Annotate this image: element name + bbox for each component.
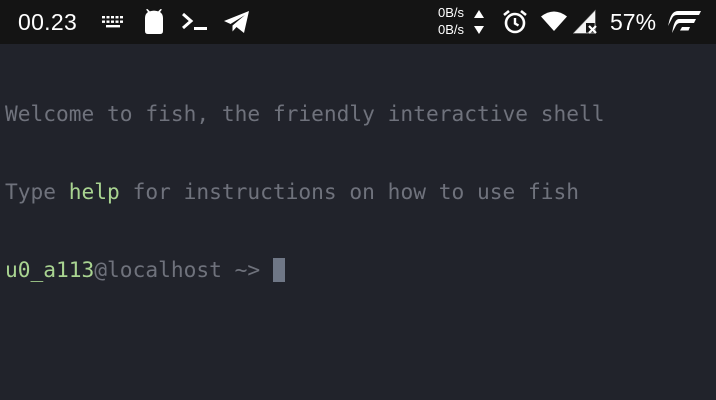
help-line-prefix: Type <box>5 179 69 204</box>
android-icon <box>145 9 163 34</box>
help-command: help <box>68 179 120 204</box>
telegram-icon <box>224 11 249 33</box>
wifi-icon <box>541 11 567 31</box>
help-line: Type help for instructions on how to use… <box>5 179 716 205</box>
status-bar: 00.23 0B/s 0B/s 57% <box>0 0 716 44</box>
phone-screen: 00.23 0B/s 0B/s 57% Welcome to fish, the… <box>0 0 716 400</box>
text-cursor[interactable] <box>272 258 285 282</box>
terminal-icon <box>182 12 207 30</box>
terminal-view[interactable]: Welcome to fish, the friendly interactiv… <box>0 44 716 400</box>
prompt-host: @localhost <box>94 257 235 282</box>
prompt-dir-symbol: ~> <box>234 257 273 282</box>
signal-no-service-icon <box>573 9 597 34</box>
keyboard-icon <box>102 16 123 28</box>
network-speed-arrows-icon <box>474 10 484 34</box>
alarm-icon <box>503 9 527 34</box>
download-speed: 0B/s <box>438 22 465 37</box>
welcome-line: Welcome to fish, the friendly interactiv… <box>5 101 605 126</box>
clock: 00.23 <box>18 9 78 35</box>
network-speed: 0B/s 0B/s <box>438 5 464 39</box>
prompt-user: u0_a113 <box>5 257 95 282</box>
battery-percent: 57% <box>610 9 657 35</box>
brand-logo-icon <box>668 11 701 33</box>
help-line-suffix: for instructions on how to use fish <box>119 179 580 204</box>
prompt-line[interactable]: u0_a113@localhost ~> <box>5 257 716 283</box>
upload-speed: 0B/s <box>438 5 465 20</box>
